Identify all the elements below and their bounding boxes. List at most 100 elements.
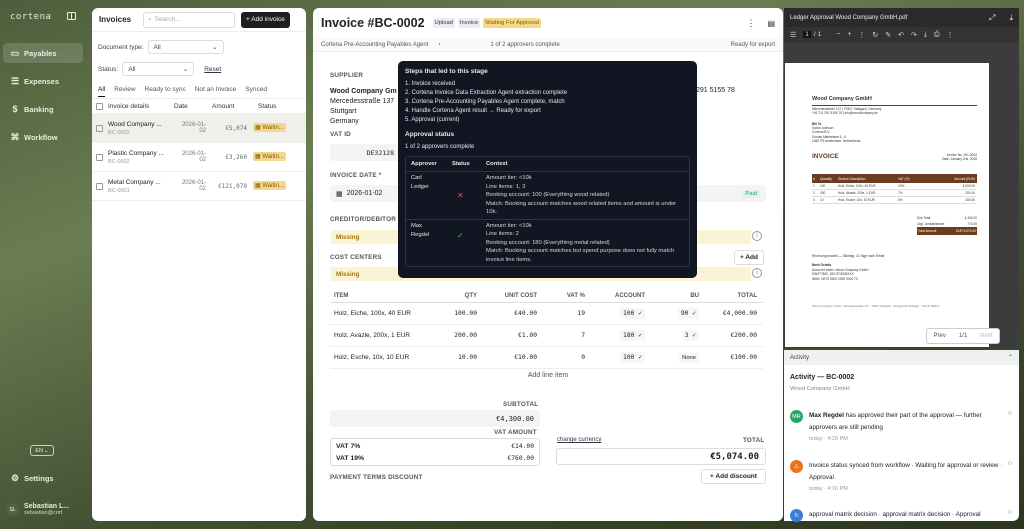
vat-id-field[interactable]: DE32128 [330,144,400,161]
table-row[interactable]: Wood Company ... BC-0002 2026-01- 02 €5,07… [92,114,306,143]
nav-expenses[interactable]: ☰ Expenses [3,71,83,91]
print-icon[interactable]: ⎙ [934,31,940,39]
crumb-export[interactable]: Ready for export [731,42,775,48]
table-row[interactable]: Holz, Avazle, 200x, 1 EUR 200.00 €1.00 7… [330,325,763,347]
table-row: Carl Ledger ✕ Amount tier: <10k Line item… [406,172,689,220]
sidebar-toggle-icon[interactable] [67,12,76,20]
doc-col: # [813,176,815,181]
item-name[interactable]: Holz, Avazle, 200x, 1 EUR [330,332,425,339]
doc-cell: 19% [898,184,905,188]
search-input[interactable]: ⌕ Search... [143,11,236,28]
doc-bank: Bank Details Account Holder: Wood Compan… [812,263,868,281]
comment-icon[interactable]: ○ [1008,460,1012,492]
save-icon[interactable]: ⤓ [924,31,927,39]
info-icon[interactable]: i [752,268,762,278]
prev-button[interactable]: Prev [933,333,945,339]
doc-cell: 7% [898,191,903,195]
add-discount-button[interactable]: + Add discount [701,469,766,484]
item-vat[interactable]: 7 [537,332,585,339]
add-invoice-button[interactable]: + Add invoice [241,11,290,28]
item-qty[interactable]: 10.00 [425,354,477,361]
row-checkbox[interactable] [96,153,103,161]
nav-banking[interactable]: $ Banking [3,99,83,119]
highlight-icon[interactable]: ✎ [885,31,891,39]
reset-link[interactable]: Reset [204,66,221,73]
undo-icon[interactable]: ↶ [898,31,904,39]
zoom-in-icon[interactable]: + [847,31,851,38]
add-cost-center-button[interactable]: + Add [734,250,764,265]
doc-col: Service Description [838,176,866,181]
item-name[interactable]: Holz, Esche, 10x, 10 EUR [330,354,425,361]
item-name[interactable]: Holz, Eiche, 100x, 40 EUR [330,310,425,317]
comment-icon[interactable]: ○ [1008,410,1012,442]
nav-settings[interactable]: ⚙ Settings [3,468,83,488]
activity-event: ⚠ Invoice status synced from workflow · … [790,460,1012,492]
table-row[interactable]: Metal Company ... BC-0001 2026-01- 02 €121… [92,172,306,201]
download-icon[interactable]: ⤓ [1009,13,1013,23]
crumb-agent[interactable]: Cortena Pre-Accounting Payables Agent [321,42,428,48]
item-unit-cost[interactable]: €10.00 [477,354,537,361]
item-account[interactable]: 100 ✓ [620,352,645,363]
add-line-item-button[interactable]: Add line item [313,372,783,379]
tab-ready-to-sync[interactable]: Ready to sync [145,86,186,93]
item-bu[interactable]: None [679,352,699,363]
item-qty[interactable]: 200.00 [425,332,477,339]
chevron-down-icon: ⌄ [212,44,218,51]
table-row[interactable]: Holz, Eiche, 100x, 40 EUR 100.00 €40.00 … [330,303,763,325]
tab-review[interactable]: Review [114,86,135,93]
activity-event: MR Max Regdel has approved their part of… [790,410,1012,442]
tag-invoice: Invoice [457,18,481,28]
column-header: Invoice details [108,102,150,110]
document-icon[interactable]: ▤ [767,19,775,28]
item-bu[interactable]: 3 ✓ [681,330,699,341]
zoom-out-icon[interactable]: − [836,31,840,38]
tab-not-an-invoice[interactable]: Not an Invoice [195,86,237,93]
table-row[interactable]: Holz, Esche, 10x, 10 EUR 10.00 €10.00 0 … [330,347,763,369]
change-currency-link[interactable]: change currency [557,437,601,443]
crumb-approvers[interactable]: 1 of 2 approvers complete [490,42,559,48]
item-bu[interactable]: 90 ✓ [677,308,699,319]
select-all-checkbox[interactable] [96,102,103,110]
item-unit-cost[interactable]: €1.00 [477,332,537,339]
more-icon[interactable]: ⋮ [947,31,954,39]
item-total: €200.00 [730,332,757,339]
table-row[interactable]: Plastic Company ... BC-0002 2026-01- 02 €3… [92,143,306,172]
language-select[interactable]: EN ⌄ [30,445,54,456]
activity-header[interactable]: Activity ⌃ [784,350,1019,365]
more-icon[interactable]: ⋮ [746,18,755,29]
row-checkbox[interactable] [96,124,103,132]
invoice-amount: €5,074 [225,124,247,132]
event-actor: Max Regdel [809,412,844,419]
document-type-select[interactable]: All ⌄ [147,40,224,54]
subtotal-label: SUBTOTAL [503,401,539,408]
tab-synced[interactable]: Synced [245,86,267,93]
status-select[interactable]: All ⌄ [122,62,195,76]
doc-bank-line: IBAN: DE75 5502 0000 9000 73 [812,276,858,281]
item-unit-cost[interactable]: €40.00 [477,310,537,317]
row-checkbox[interactable] [96,182,103,190]
comment-icon[interactable]: ○ [1008,509,1012,522]
column-header: QTY [464,292,477,299]
page-indicator: 1/1 [958,333,968,339]
item-vat[interactable]: 0 [537,354,585,361]
user-profile[interactable]: SL Sebastian L... sebastian@cort [6,503,69,516]
info-icon[interactable]: i [752,231,762,241]
nav-payables[interactable]: ▭ Payables [3,43,83,63]
item-qty[interactable]: 100.00 [425,310,477,317]
page-input[interactable]: 1 [803,31,811,38]
approver-first-name: Max [411,222,422,229]
next-button[interactable]: Next [980,333,992,339]
rotate-icon[interactable]: ↻ [872,31,878,39]
item-vat[interactable]: 19 [537,310,585,317]
tab-all[interactable]: All [98,86,106,97]
item-account[interactable]: 180 ✓ [620,330,645,341]
expand-icon[interactable]: ⤢ [989,13,995,23]
nav-workflow[interactable]: ⌘ Workflow [3,127,83,147]
menu-icon[interactable]: ☰ [790,31,796,39]
doc-vat-label: Zzgl. Umsatzsteuer [917,222,945,226]
redo-icon[interactable]: ↷ [911,31,917,39]
receipt-icon: ☰ [10,75,20,86]
item-account[interactable]: 100 ✓ [620,308,645,319]
chevron-up-icon[interactable]: ⌃ [1008,354,1013,361]
fit-page-icon[interactable]: ⋮ [858,31,865,39]
